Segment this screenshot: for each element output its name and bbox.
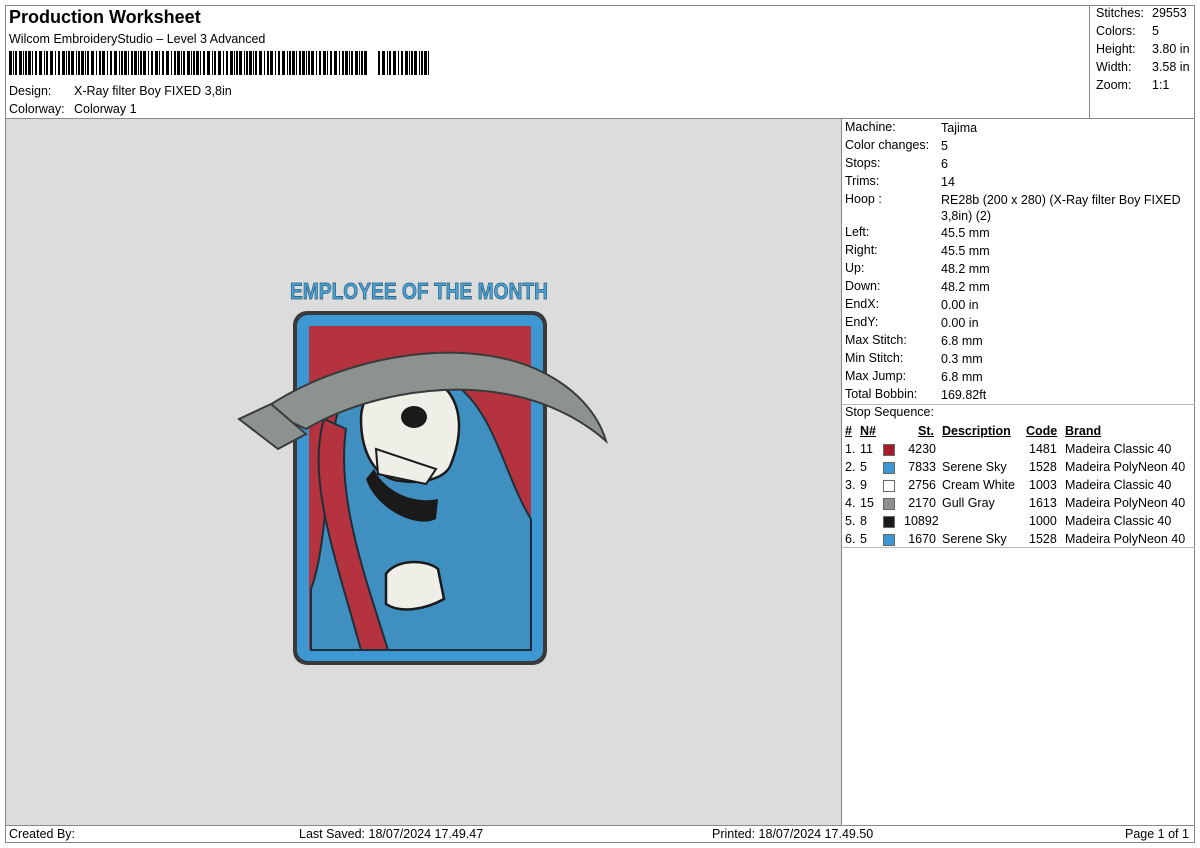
color-description: Gull Gray [942,496,995,510]
thread-brand: Madeira Classic 40 [1065,442,1172,456]
stitch-count: 4230 [908,442,936,456]
color-swatch [883,462,895,474]
design-value: X-Ray filter Boy FIXED 3,8in [74,84,232,98]
needle-number: 5 [860,460,867,474]
stat-stitches: Stitches: 29553 [1096,6,1187,20]
stitch-count: 2756 [908,478,936,492]
skull-eye [401,406,427,428]
thread-code: 1613 [1029,496,1057,510]
footer-printed: Printed: 18/07/2024 17.49.50 [712,827,874,841]
thread-code: 1528 [1029,532,1057,546]
colorway-label: Colorway: [9,102,65,116]
color-swatch [883,534,895,546]
properties-panel: Machine: Tajima Color changes: 5 Stops: 6 T… [842,119,1195,825]
stats-panel: Stitches: 29553 Colors: 5 Height: 3.80 in W… [1089,5,1195,118]
color-description: Cream White [942,478,1015,492]
needle-number: 15 [860,496,874,510]
design-preview-canvas: EMPLOYEE OF THE MONTH [6,119,841,825]
col-header-brand: Brand [1065,424,1102,438]
stitch-count: 10892 [904,514,939,528]
design-text: EMPLOYEE OF THE MONTH [290,278,548,304]
thread-brand: Madeira PolyNeon 40 [1065,460,1186,474]
stop-sequence-label: Stop Sequence: [845,405,934,419]
stop-sequence-row: 2. 5 7833 Serene Sky 1528 Madeira PolyNeon 40 [842,460,1195,478]
stop-number: 3. [845,478,856,492]
thread-brand: Madeira PolyNeon 40 [1065,532,1186,546]
table-end-divider [842,547,1195,548]
stat-zoom: Zoom: 1:1 [1096,78,1170,92]
thread-code: 1003 [1029,478,1057,492]
software-subtitle: Wilcom EmbroideryStudio – Level 3 Advanc… [9,32,266,46]
thread-code: 1528 [1029,460,1057,474]
color-swatch [883,444,895,456]
stop-number: 6. [845,532,856,546]
color-description: Serene Sky [942,460,1007,474]
embroidery-design-image: EMPLOYEE OF THE MONTH [237,278,608,665]
thread-brand: Madeira Classic 40 [1065,514,1172,528]
stop-number: 2. [845,460,856,474]
footer-divider [5,825,1195,826]
barcode [9,51,429,75]
design-label: Design: [9,84,52,98]
design-row: Design: X-Ray filter Boy FIXED 3,8in [9,84,232,98]
stitch-count: 1670 [908,532,936,546]
stop-number: 4. [845,496,856,510]
footer-page: Page 1 of 1 [1125,827,1189,841]
col-header-stitches: St. [918,424,934,438]
color-swatch [883,498,895,510]
col-header-num: # [845,424,852,438]
needle-number: 11 [860,442,873,456]
footer-last-saved: Last Saved: 18/07/2024 17.49.47 [299,827,484,841]
col-header-description: Description [942,424,1011,438]
stitch-count: 7833 [908,460,936,474]
thread-code: 1481 [1029,442,1057,456]
thread-brand: Madeira PolyNeon 40 [1065,496,1186,510]
stop-sequence-row: 5. 8 10892 1000 Madeira Classic 40 [842,514,1195,532]
thread-code: 1000 [1029,514,1057,528]
thread-brand: Madeira Classic 40 [1065,478,1172,492]
stop-number: 1. [845,442,856,456]
col-header-needle: N# [860,424,876,438]
colorway-value: Colorway 1 [74,102,137,116]
stop-sequence-row: 4. 15 2170 Gull Gray 1613 Madeira PolyNeon 40 [842,496,1195,514]
color-description: Serene Sky [942,532,1007,546]
stop-sequence-row: 3. 9 2756 Cream White 1003 Madeira Classic 40 [842,478,1195,496]
stat-colors: Colors: 5 [1096,24,1159,38]
color-swatch [883,516,895,528]
stop-sequence-row: 1. 11 4230 1481 Madeira Classic 40 [842,442,1195,460]
needle-number: 9 [860,478,867,492]
needle-number: 5 [860,532,867,546]
needle-number: 8 [860,514,867,528]
stitch-count: 2170 [908,496,936,510]
footer-created-by: Created By: [9,827,76,841]
stop-number: 5. [845,514,856,528]
color-swatch [883,480,895,492]
page-title: Production Worksheet [9,7,201,27]
stat-width: Width: 3.58 in [1096,60,1190,74]
stat-height: Height: 3.80 in [1096,42,1190,56]
skeleton-hand [384,560,446,611]
col-header-code: Code [1026,424,1058,438]
colorway-row: Colorway: Colorway 1 [9,102,137,116]
